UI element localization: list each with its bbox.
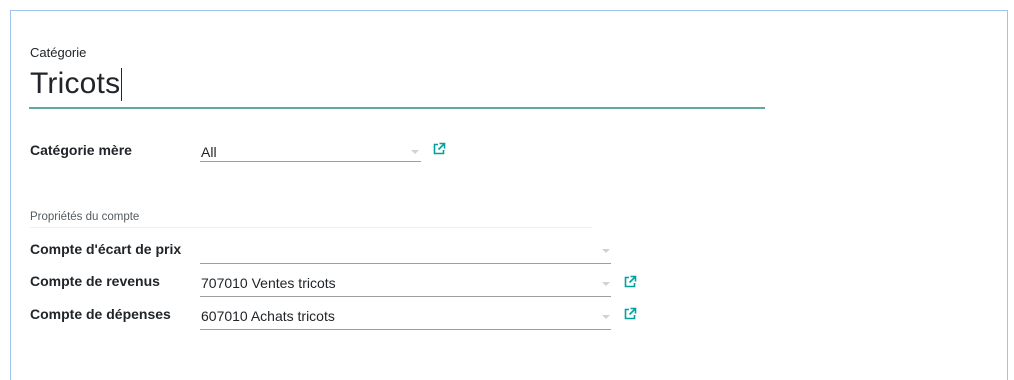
- external-link-icon[interactable]: [623, 275, 637, 289]
- caret-down-icon: [602, 315, 610, 319]
- name-field-value: Tricots: [30, 67, 121, 100]
- income-account-underline: [200, 296, 611, 297]
- parent-category-underline: [200, 161, 421, 162]
- price-difference-account-label: Compte d'écart de prix: [30, 241, 182, 257]
- price-difference-account-underline: [200, 263, 611, 264]
- parent-category-label: Catégorie mère: [30, 142, 132, 158]
- caret-down-icon: [602, 282, 610, 286]
- external-link-icon[interactable]: [432, 142, 446, 156]
- parent-category-select[interactable]: All: [200, 134, 422, 162]
- external-link-icon[interactable]: [623, 307, 637, 321]
- section-title: Propriétés du compte: [30, 211, 140, 223]
- section-separator: [30, 227, 592, 228]
- parent-category-value: All: [201, 144, 217, 160]
- expense-account-underline: [200, 329, 611, 330]
- form-sheet: Catégorie Tricots Catégorie mère All Pro…: [10, 10, 1008, 380]
- income-account-value: 707010 Ventes tricots: [201, 275, 336, 291]
- name-field-label: Catégorie: [30, 45, 87, 60]
- expense-account-value: 607010 Achats tricots: [201, 308, 335, 324]
- income-account-select[interactable]: 707010 Ventes tricots: [200, 270, 612, 297]
- expense-account-label: Compte de dépenses: [30, 306, 171, 322]
- caret-down-icon: [411, 150, 419, 154]
- income-account-label: Compte de revenus: [30, 273, 160, 289]
- name-field-underline: [29, 107, 765, 109]
- price-difference-account-select[interactable]: [200, 237, 612, 264]
- caret-down-icon: [602, 249, 610, 253]
- expense-account-select[interactable]: 607010 Achats tricots: [200, 303, 612, 330]
- text-cursor: [121, 68, 123, 101]
- name-field[interactable]: Tricots: [30, 67, 123, 101]
